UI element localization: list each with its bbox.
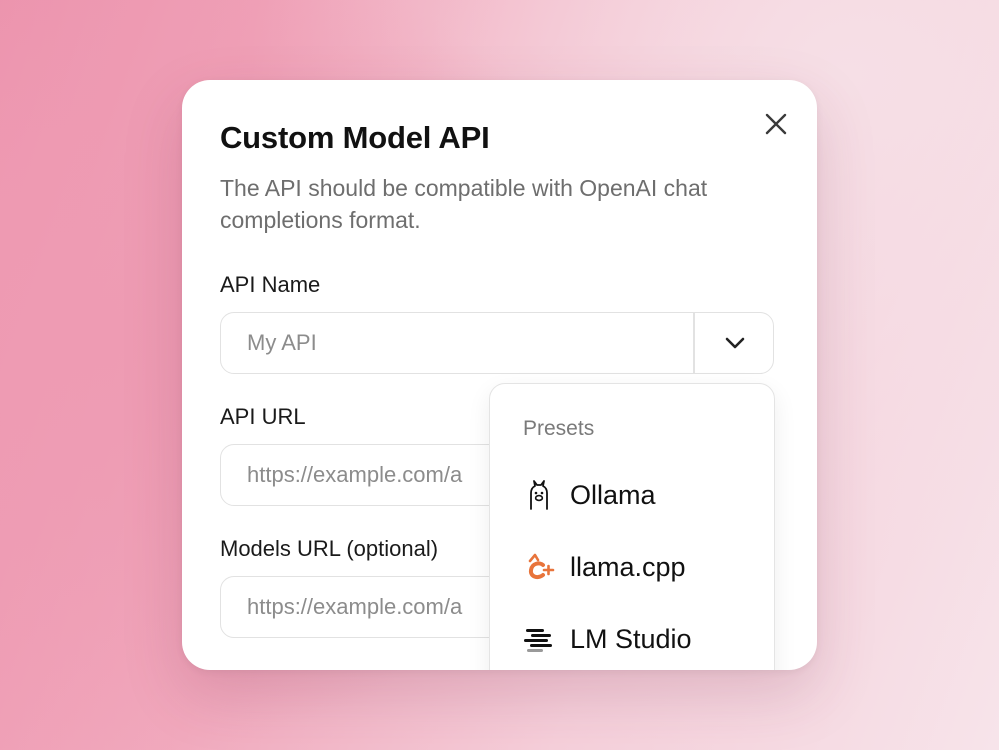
dialog-description: The API should be compatible with OpenAI… — [220, 175, 708, 233]
api-url-placeholder: https://example.com/a — [247, 462, 463, 487]
chevron-down-icon — [725, 337, 745, 349]
preset-item-ollama[interactable]: Ollama — [490, 467, 774, 523]
api-name-label: API Name — [220, 272, 321, 297]
models-url-label: Models URL (optional) — [220, 536, 439, 561]
preset-label: llama.cpp — [570, 552, 686, 582]
close-icon — [765, 113, 787, 135]
custom-model-api-dialog: Custom Model API The API should be compa… — [182, 80, 817, 670]
preset-item-llamacpp[interactable]: llama.cpp — [490, 539, 774, 595]
lmstudio-icon — [524, 629, 552, 652]
dialog-title: Custom Model API — [220, 120, 490, 155]
preset-item-lmstudio[interactable]: LM Studio — [490, 611, 774, 667]
api-name-combobox: My API — [220, 312, 774, 374]
api-url-label: API URL — [220, 404, 306, 429]
presets-dropdown: Presets Ollama llama.cpp LM Studio — [489, 383, 775, 670]
models-url-placeholder: https://example.com/a — [247, 594, 463, 619]
ollama-llama-icon — [530, 480, 548, 510]
close-button[interactable] — [760, 108, 792, 140]
api-name-input[interactable]: My API — [247, 313, 317, 373]
preset-label: Ollama — [570, 480, 656, 510]
presets-dropdown-button[interactable] — [695, 313, 775, 373]
preset-label: LM Studio — [570, 624, 692, 654]
presets-heading: Presets — [523, 417, 595, 440]
llamacpp-icon — [528, 553, 555, 580]
